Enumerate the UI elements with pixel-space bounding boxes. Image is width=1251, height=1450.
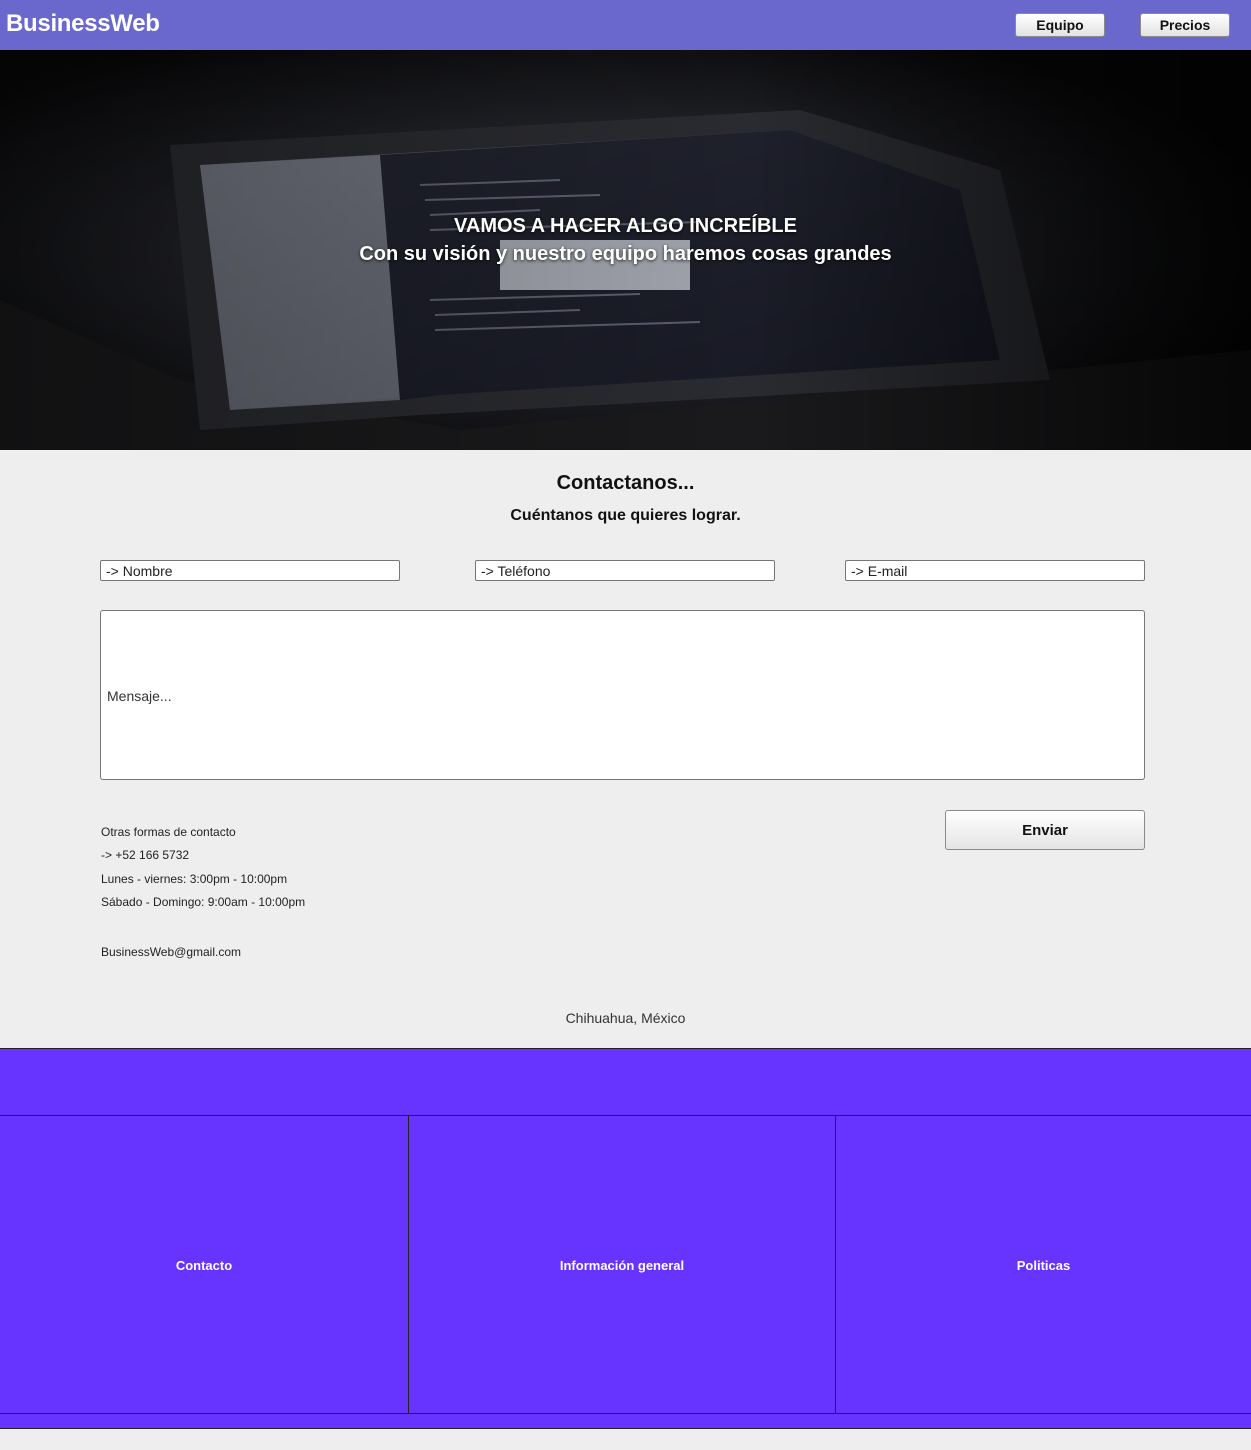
nombre-input[interactable] [100,560,400,581]
footer-politicas[interactable]: Politicas [836,1116,1251,1414]
footer-columns: Contacto Información general Politicas [0,1115,1251,1414]
email-input[interactable] [845,560,1145,581]
contact-email: BusinessWeb@gmail.com [101,945,242,959]
hero-banner: VAMOS A HACER ALGO INCREÍBLE Con su visi… [0,50,1251,450]
mensaje-placeholder: Mensaje... [107,688,172,704]
hours-weekend: Sábado - Domingo: 9:00am - 10:00pm [101,895,306,909]
other-contact-heading: Otras formas de contacto [101,825,236,839]
telefono-input[interactable] [475,560,775,581]
mensaje-textarea[interactable]: Mensaje... [100,610,1145,780]
top-navbar: BusinessWeb Equipo Precios [0,0,1251,50]
nav-precios-button[interactable]: Precios [1140,13,1230,37]
hero-subtitle: Con su visión y nuestro equipo haremos c… [359,243,892,265]
footer: Contacto Información general Politicas [0,1048,1251,1429]
nav-equipo-button[interactable]: Equipo [1015,13,1105,37]
enviar-button[interactable]: Enviar [945,810,1145,850]
hero-title: VAMOS A HACER ALGO INCREÍBLE [454,215,797,237]
contact-subtitle: Cuéntanos que quieres lograr. [510,507,741,524]
contact-phone: -> +52 166 5732 [101,848,190,862]
footer-informacion-general[interactable]: Información general [409,1116,836,1414]
contact-title: Contactanos... [556,472,695,494]
hours-weekdays: Lunes - viernes: 3:00pm - 10:00pm [101,872,288,886]
hero-text: VAMOS A HACER ALGO INCREÍBLE Con su visi… [0,212,1251,268]
brand-logo[interactable]: BusinessWeb [6,10,160,38]
footer-contacto[interactable]: Contacto [0,1116,409,1414]
location-text: Chihuahua, México [565,1010,686,1026]
